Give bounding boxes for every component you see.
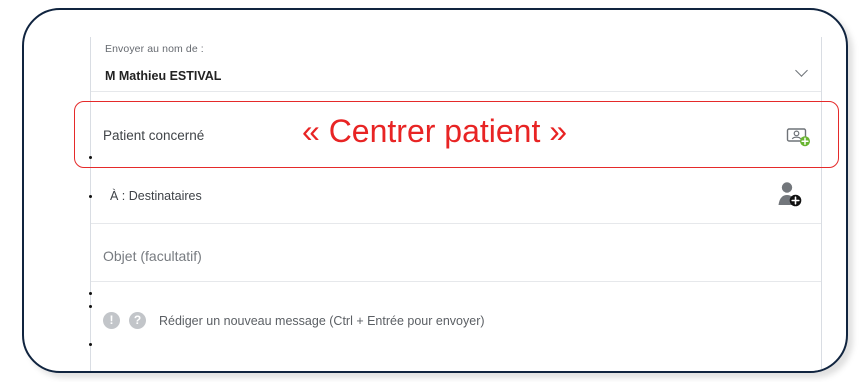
- message-field[interactable]: ! ? Rédiger un nouveau message (Ctrl + E…: [91, 281, 821, 339]
- recipient-field-label: À : Destinataires: [110, 189, 202, 203]
- edge-mark: [89, 292, 92, 295]
- rounded-frame: Envoyer au nom de : M Mathieu ESTIVAL Pa…: [22, 8, 848, 373]
- sender-name: M Mathieu ESTIVAL: [105, 69, 222, 83]
- message-compose-panel: Envoyer au nom de : M Mathieu ESTIVAL Pa…: [90, 37, 822, 371]
- subject-field[interactable]: Objet (facultatif): [91, 223, 821, 282]
- screenshot-stage: Envoyer au nom de : M Mathieu ESTIVAL Pa…: [0, 0, 859, 382]
- user-add-icon[interactable]: [777, 180, 803, 209]
- patient-highlight-box: [74, 101, 839, 168]
- edge-mark: [89, 305, 92, 308]
- info-icon[interactable]: !: [103, 312, 120, 329]
- edge-mark: [89, 156, 92, 159]
- sender-selector[interactable]: Envoyer au nom de : M Mathieu ESTIVAL: [91, 37, 821, 92]
- subject-placeholder: Objet (facultatif): [103, 248, 202, 264]
- message-placeholder: Rédiger un nouveau message (Ctrl + Entré…: [159, 314, 485, 328]
- help-icon[interactable]: ?: [129, 312, 146, 329]
- edge-mark: [89, 195, 92, 198]
- recipient-field[interactable]: À : Destinataires: [91, 167, 821, 224]
- edge-mark: [89, 343, 92, 346]
- sender-label: Envoyer au nom de :: [105, 43, 204, 55]
- chevron-down-icon[interactable]: [795, 64, 808, 77]
